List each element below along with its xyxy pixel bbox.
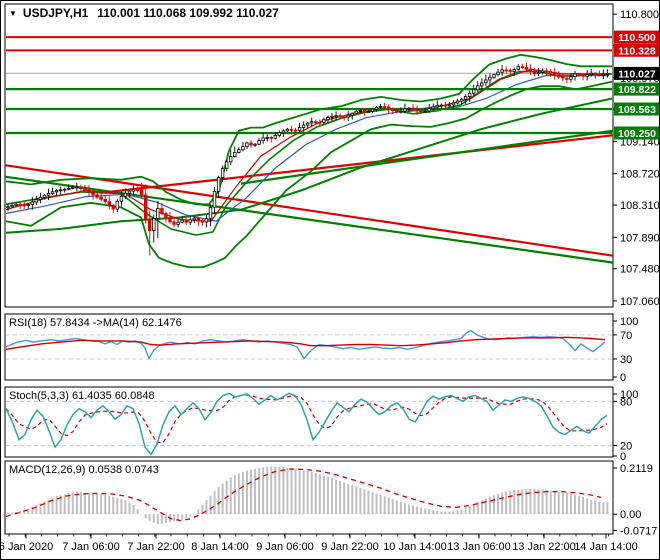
chart-title-bar: ▼ USDJPY,H1 110.001 110.068 109.992 110.02… <box>9 6 279 20</box>
macd-label: MACD(12,26,9) 0.0538 0.0743 <box>9 464 159 476</box>
svg-text:80: 80 <box>620 396 632 408</box>
svg-text:110.800: 110.800 <box>620 9 659 21</box>
svg-text:30: 30 <box>620 354 632 366</box>
svg-text:Stoch(5,3,3) 61.4035 60.0848: Stoch(5,3,3) 61.4035 60.0848 <box>9 390 155 402</box>
rsi-label: RSI(18) 57.8434 ->MA(14) 62.1476 <box>9 317 182 329</box>
time-scale[interactable]: 6 Jan 2020 7 Jan 06:00 7 Jan 22:00 8 Jan 14… <box>1 534 638 553</box>
svg-text:110.500: 110.500 <box>618 32 656 44</box>
svg-text:110.027: 110.027 <box>618 68 656 80</box>
svg-text:MACD(12,26,9) 0.0538 0.0743: MACD(12,26,9) 0.0538 0.0743 <box>9 464 159 476</box>
svg-text:108.310: 108.310 <box>620 200 660 212</box>
mt4-chart-window: ▼ USDJPY,H1 110.001 110.068 109.992 110.02… <box>0 0 660 560</box>
svg-text:14 Jan 14:00: 14 Jan 14:00 <box>574 541 638 553</box>
svg-text:0.2119: 0.2119 <box>620 463 653 475</box>
svg-text:107.060: 107.060 <box>620 296 660 308</box>
svg-text:10 Jan 14:00: 10 Jan 14:00 <box>383 541 447 553</box>
svg-text:8 Jan 14:00: 8 Jan 14:00 <box>191 541 249 553</box>
svg-text:0: 0 <box>620 372 626 384</box>
svg-text:6 Jan 2020: 6 Jan 2020 <box>1 541 53 553</box>
price-level-boxes: 110.500110.328 110.027 109.822 109.563 109.2… <box>614 30 659 140</box>
stoch-label: Stoch(5,3,3) 61.4035 60.0848 <box>9 390 155 402</box>
svg-text:-0.0717: -0.0717 <box>620 525 657 537</box>
svg-text:107.890: 107.890 <box>620 232 660 244</box>
svg-text:109.563: 109.563 <box>618 104 656 116</box>
symbol-dropdown-icon[interactable]: ▼ <box>9 9 17 18</box>
svg-text:108.720: 108.720 <box>620 169 660 181</box>
svg-text:0.00: 0.00 <box>620 509 641 521</box>
svg-text:13 Jan 22:00: 13 Jan 22:00 <box>512 541 576 553</box>
svg-text:107.480: 107.480 <box>620 264 660 276</box>
svg-text:RSI(18) 57.8434 ->MA(14) 62.1: RSI(18) 57.8434 ->MA(14) 62.1476 <box>9 317 182 329</box>
svg-text:13 Jan 06:00: 13 Jan 06:00 <box>447 541 511 553</box>
svg-text:0: 0 <box>620 451 626 463</box>
svg-text:110.328: 110.328 <box>618 45 656 57</box>
svg-text:109.822: 109.822 <box>618 84 656 96</box>
symbol-period-label: USDJPY,H1 <box>22 6 89 20</box>
svg-text:70: 70 <box>620 330 632 342</box>
svg-text:9 Jan 06:00: 9 Jan 06:00 <box>256 541 314 553</box>
svg-text:7 Jan 22:00: 7 Jan 22:00 <box>127 541 185 553</box>
chart-canvas: RSI(18) 57.8434 ->MA(14) 62.1476 Stoch(5,… <box>1 3 660 553</box>
ohlc-values: 110.001 110.068 109.992 110.027 <box>97 6 279 20</box>
svg-text:7 Jan 06:00: 7 Jan 06:00 <box>62 541 120 553</box>
svg-text:109.250: 109.250 <box>618 128 656 140</box>
svg-text:100: 100 <box>620 316 638 328</box>
svg-text:9 Jan 22:00: 9 Jan 22:00 <box>321 541 379 553</box>
